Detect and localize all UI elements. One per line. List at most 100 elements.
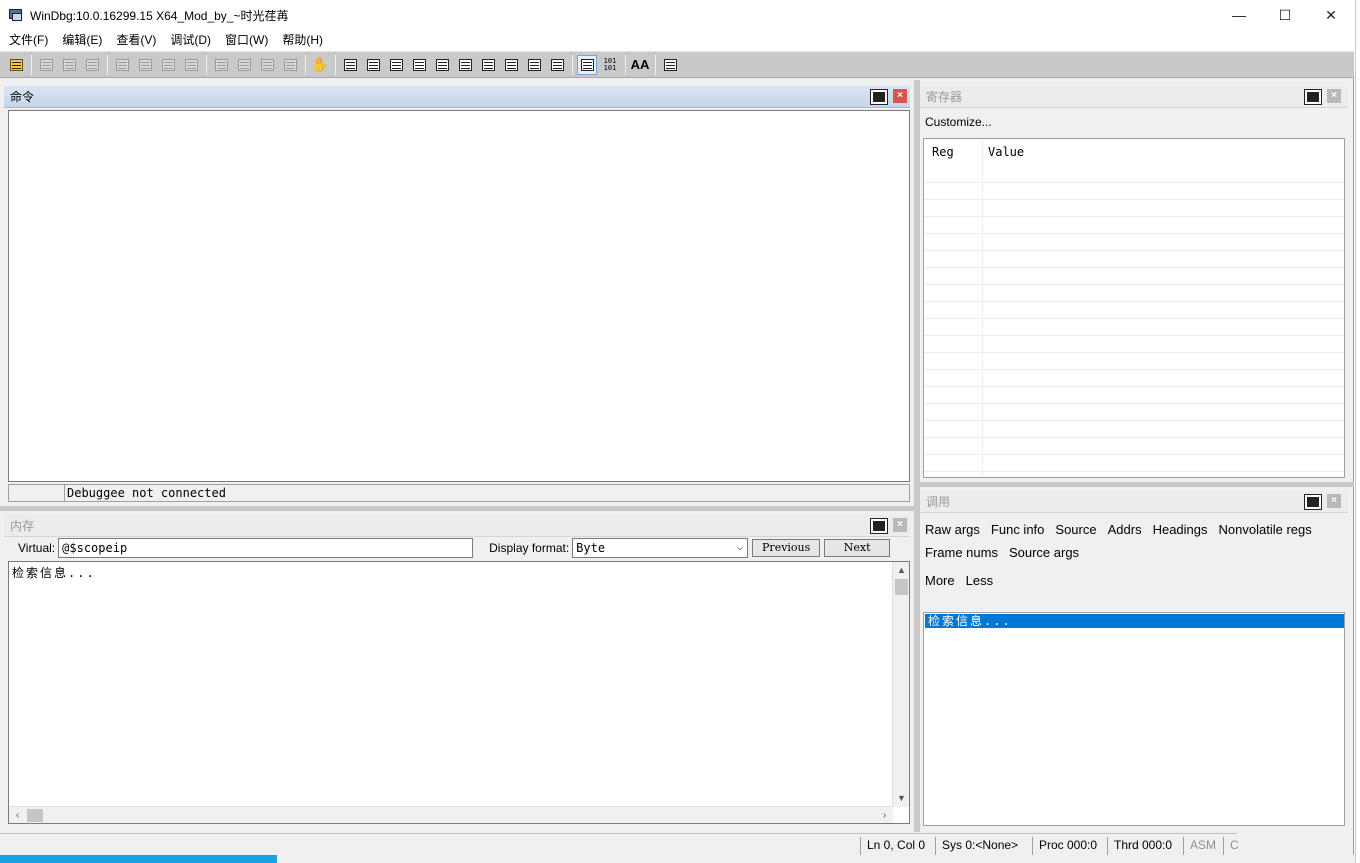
virtual-label: Virtual: <box>18 541 56 555</box>
more-button[interactable]: More <box>925 569 955 592</box>
calls-pane-title: 调用 × <box>920 491 1348 513</box>
command-browser-icon[interactable] <box>547 55 567 75</box>
registers-rows <box>924 166 1344 477</box>
scratch-pad-icon[interactable] <box>501 55 521 75</box>
minimize-button[interactable]: — <box>1216 0 1262 30</box>
command-pane-close-icon[interactable]: × <box>893 89 907 103</box>
horizontal-splitter[interactable] <box>920 482 1354 487</box>
call-stack-icon[interactable] <box>1304 494 1322 510</box>
locals-window-icon[interactable] <box>386 55 406 75</box>
options-icon[interactable] <box>660 55 680 75</box>
disassembly-icon[interactable] <box>478 55 498 75</box>
font-icon[interactable]: AA <box>630 55 650 75</box>
taskbar-active-item[interactable] <box>0 855 277 863</box>
step-out-icon[interactable] <box>257 55 277 75</box>
hex-mode-icon[interactable]: 101 101 <box>600 55 620 75</box>
memory-content[interactable]: 检索信息... ▲ ▼ ‹ › <box>8 561 910 824</box>
processes-threads-icon[interactable] <box>524 55 544 75</box>
memory-toolbar: Virtual: @$scopeip Display format: Byte … <box>8 537 912 559</box>
calls-pane-close-icon[interactable]: × <box>1327 494 1341 508</box>
memory-vertical-scrollbar[interactable]: ▲ ▼ <box>892 562 909 807</box>
display-format-value: Byte <box>576 541 606 555</box>
registers-window-icon[interactable] <box>1304 89 1322 105</box>
memory-horizontal-scrollbar[interactable]: ‹ › <box>9 806 893 823</box>
previous-button[interactable]: Previous <box>752 539 821 557</box>
menu-view[interactable]: 查看(V) <box>109 30 163 51</box>
watch-window-icon[interactable] <box>363 55 383 75</box>
command-window-icon[interactable] <box>340 55 360 75</box>
menu-window[interactable]: 窗口(W) <box>218 30 275 51</box>
raw-args-option[interactable]: Raw args <box>925 518 980 541</box>
frame-nums-option[interactable]: Frame nums <box>925 541 998 564</box>
copy-icon[interactable] <box>59 55 79 75</box>
scroll-right-icon[interactable]: › <box>876 807 893 824</box>
break-icon[interactable]: ✋ <box>310 55 330 75</box>
paste-icon[interactable] <box>82 55 102 75</box>
menu-debug[interactable]: 调试(D) <box>163 30 218 51</box>
column-divider <box>982 139 983 477</box>
source-mode-icon[interactable] <box>577 54 597 75</box>
menu-file[interactable]: 文件(F) <box>2 30 55 51</box>
toolbar-separator <box>31 54 32 75</box>
registers-table[interactable]: Reg Value <box>923 138 1345 478</box>
maximize-button[interactable]: ☐ <box>1262 0 1308 30</box>
chevron-down-icon: ⌵ <box>737 542 744 553</box>
restart-icon[interactable] <box>135 55 155 75</box>
display-format-select[interactable]: Byte ⌵ <box>572 538 749 558</box>
registers-window-icon[interactable] <box>409 55 429 75</box>
headings-option[interactable]: Headings <box>1153 518 1208 541</box>
step-over-icon[interactable] <box>234 55 254 75</box>
call-stack-icon[interactable] <box>455 55 475 75</box>
memory-window-icon[interactable] <box>432 55 452 75</box>
less-button[interactable]: Less <box>966 569 993 592</box>
reg-column-header[interactable]: Reg <box>932 145 954 159</box>
toolbar-separator <box>206 54 207 75</box>
command-pane-title: 命令 × <box>4 86 910 108</box>
open-icon[interactable] <box>6 55 26 75</box>
registers-table-header: Reg Value <box>924 139 1344 166</box>
calls-pane-label: 调用 <box>926 495 951 509</box>
addrs-option[interactable]: Addrs <box>1108 518 1142 541</box>
virtual-address-input[interactable]: @$scopeip <box>58 538 474 558</box>
memory-window-icon[interactable] <box>870 518 888 534</box>
go-icon[interactable] <box>112 55 132 75</box>
calls-list[interactable]: 检索信息... <box>923 612 1345 826</box>
value-column-header[interactable]: Value <box>988 145 1024 159</box>
stop-debugging-icon[interactable] <box>158 55 178 75</box>
memory-pane-close-icon[interactable]: × <box>893 518 907 532</box>
window-title: WinDbg:10.0.16299.15 X64_Mod_by_~时光荏苒 <box>30 8 289 23</box>
scroll-up-icon[interactable]: ▲ <box>893 562 910 579</box>
scroll-thumb[interactable] <box>895 579 908 595</box>
run-to-cursor-icon[interactable] <box>280 55 300 75</box>
detach-icon[interactable] <box>181 55 201 75</box>
cut-icon[interactable] <box>36 55 56 75</box>
status-thrd: Thrd 000:0 <box>1107 837 1172 855</box>
status-position: Ln 0, Col 0 <box>860 837 925 855</box>
toolbar: ✋ 101 101 AA <box>0 51 1354 78</box>
calls-selected-row[interactable]: 检索信息... <box>925 614 1344 628</box>
source-args-option[interactable]: Source args <box>1009 541 1079 564</box>
func-info-option[interactable]: Func info <box>991 518 1044 541</box>
close-button[interactable]: ✕ <box>1308 0 1354 30</box>
customize-link[interactable]: Customize... <box>925 115 992 129</box>
menu-edit[interactable]: 编辑(E) <box>55 30 109 51</box>
horizontal-splitter[interactable] <box>0 506 914 511</box>
step-into-icon[interactable] <box>211 55 231 75</box>
display-format-label: Display format: <box>489 541 570 555</box>
registers-pane-close-icon[interactable]: × <box>1327 89 1341 103</box>
scroll-left-icon[interactable]: ‹ <box>9 807 26 824</box>
vertical-splitter[interactable] <box>914 80 920 832</box>
source-option[interactable]: Source <box>1055 518 1096 541</box>
command-window-icon[interactable] <box>870 89 888 105</box>
scroll-thumb[interactable] <box>27 809 43 822</box>
menu-help[interactable]: 帮助(H) <box>275 30 330 51</box>
calls-options: Raw args Func info Source Addrs Headings… <box>925 518 1350 592</box>
menu-bar: 文件(F) 编辑(E) 查看(V) 调试(D) 窗口(W) 帮助(H) <box>0 30 1354 51</box>
background-window-edge <box>1355 0 1360 863</box>
command-output[interactable] <box>8 110 910 482</box>
command-prompt-cell[interactable] <box>9 485 65 501</box>
nonvolatile-regs-option[interactable]: Nonvolatile regs <box>1219 518 1312 541</box>
next-button[interactable]: Next <box>824 539 891 557</box>
windbg-window: WinDbg:10.0.16299.15 X64_Mod_by_~时光荏苒 — … <box>0 0 1354 863</box>
scroll-down-icon[interactable]: ▼ <box>893 790 910 807</box>
